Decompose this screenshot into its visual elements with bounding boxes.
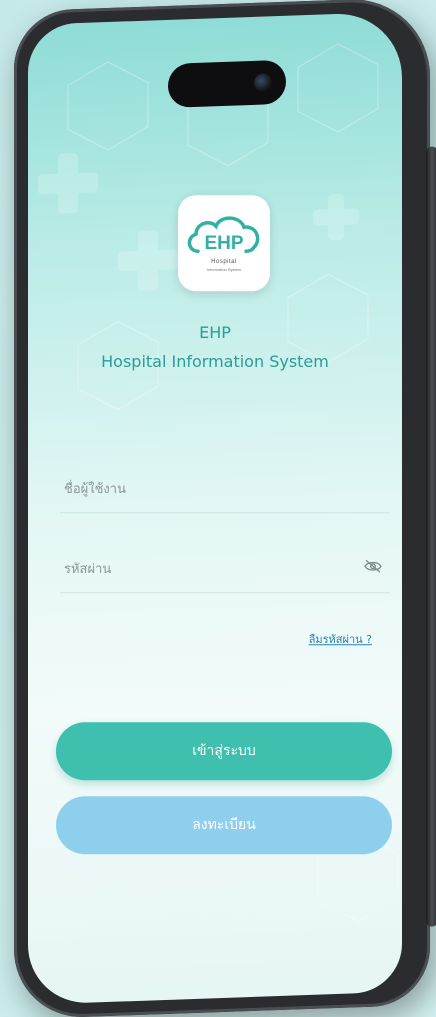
password-placeholder: รหัสผ่าน xyxy=(64,562,112,578)
phone-side-edge xyxy=(426,146,436,927)
background: EHP Hospital Information System EHP Hosp… xyxy=(0,0,436,1017)
logo-text: EHP xyxy=(204,233,243,254)
phone-frame: EHP Hospital Information System EHP Hosp… xyxy=(14,0,436,1017)
app-title: EHP xyxy=(199,323,231,343)
register-button[interactable]: ลงทะเบียน xyxy=(56,796,392,855)
forgot-password-link[interactable]: ลืมรหัสผ่าน ? xyxy=(309,630,372,648)
username-placeholder: ชื่อผู้ใช้งาน xyxy=(64,482,126,498)
logo-tagline: Information System xyxy=(206,267,242,273)
cloud-icon: EHP xyxy=(187,216,260,254)
logo-subtitle: Hospital xyxy=(211,259,237,266)
eye-off-icon[interactable] xyxy=(364,558,382,577)
login-screen: EHP Hospital Information System EHP Hosp… xyxy=(28,18,402,998)
phone-screen: EHP Hospital Information System EHP Hosp… xyxy=(28,11,402,1005)
app-subtitle: Hospital Information System xyxy=(101,352,329,372)
password-field[interactable]: รหัสผ่าน xyxy=(60,544,390,594)
app-logo: EHP Hospital Information System xyxy=(178,195,270,292)
login-button[interactable]: เข้าสู่ระบบ xyxy=(56,722,392,781)
username-field[interactable]: ชื่อผู้ใช้งาน xyxy=(60,464,390,514)
